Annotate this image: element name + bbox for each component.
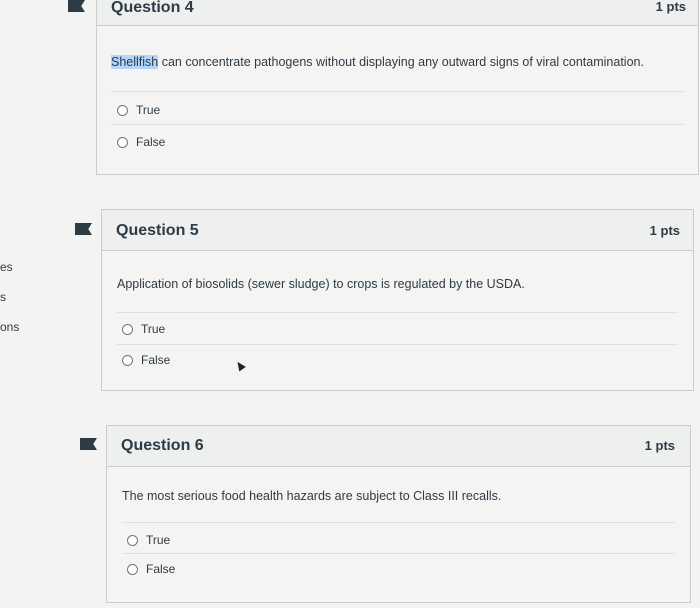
question-4-flag-icon[interactable] bbox=[68, 0, 85, 12]
question-5-text: Application of biosolids (sewer sludge) … bbox=[117, 277, 525, 291]
question-5-answer-true[interactable]: True bbox=[122, 322, 165, 336]
question-4-header: Question 4 1 pts bbox=[97, 0, 698, 26]
question-6-true-label: True bbox=[146, 533, 171, 547]
sidebar-fragment-1[interactable]: es bbox=[0, 260, 13, 274]
question-4-false-label: False bbox=[136, 135, 166, 149]
question-6-title: Question 6 bbox=[121, 437, 204, 454]
question-4-title: Question 4 bbox=[111, 0, 194, 16]
question-4-points: 1 pts bbox=[655, 0, 686, 14]
question-4-text: Shellfish can concentrate pathogens with… bbox=[111, 55, 644, 69]
question-5-false-label: False bbox=[141, 353, 171, 367]
question-5-true-radio[interactable] bbox=[122, 323, 133, 335]
sidebar-fragment-2[interactable]: s bbox=[0, 290, 6, 304]
question-6-answer-true[interactable]: True bbox=[127, 533, 170, 547]
question-6-false-label: False bbox=[146, 562, 176, 576]
question-4-divider bbox=[111, 91, 684, 92]
question-5-false-radio[interactable] bbox=[122, 354, 133, 366]
question-6-false-radio[interactable] bbox=[127, 563, 138, 575]
question-5-divider bbox=[117, 312, 678, 313]
question-6-card: Question 6 1 pts The most serious food h… bbox=[106, 425, 691, 603]
question-4-false-radio[interactable] bbox=[117, 136, 128, 148]
question-4-answer-false[interactable]: False bbox=[117, 135, 165, 149]
question-6-answer-divider bbox=[122, 553, 675, 554]
question-6-points: 1 pts bbox=[644, 438, 675, 453]
question-4-card: Question 4 1 pts Shellfish can concentra… bbox=[96, 0, 699, 175]
question-4-true-radio[interactable] bbox=[117, 104, 128, 116]
sidebar-fragment-3[interactable]: ons bbox=[0, 320, 19, 334]
question-4-true-label: True bbox=[136, 103, 161, 117]
question-5-answer-divider bbox=[117, 344, 678, 345]
question-5-title: Question 5 bbox=[116, 222, 199, 239]
question-5-card: Question 5 1 pts Application of biosolid… bbox=[101, 209, 694, 391]
question-4-highlighted-word: Shellfish bbox=[111, 55, 159, 69]
question-6-text: The most serious food health hazards are… bbox=[122, 489, 502, 503]
question-4-text-rest: can concentrate pathogens without displa… bbox=[158, 55, 644, 69]
question-6-header: Question 6 1 pts bbox=[107, 426, 690, 467]
question-5-true-label: True bbox=[141, 322, 166, 336]
question-5-points: 1 pts bbox=[649, 223, 680, 238]
question-6-divider bbox=[122, 522, 675, 523]
question-5-flag-icon[interactable] bbox=[75, 223, 92, 235]
question-6-answer-false[interactable]: False bbox=[127, 562, 175, 576]
question-4-answer-divider bbox=[111, 124, 684, 125]
question-6-flag-icon[interactable] bbox=[80, 438, 97, 450]
question-6-true-radio[interactable] bbox=[127, 534, 138, 546]
question-5-header: Question 5 1 pts bbox=[102, 210, 693, 251]
question-5-answer-false[interactable]: False bbox=[122, 353, 170, 367]
question-4-answer-true[interactable]: True bbox=[117, 103, 160, 117]
